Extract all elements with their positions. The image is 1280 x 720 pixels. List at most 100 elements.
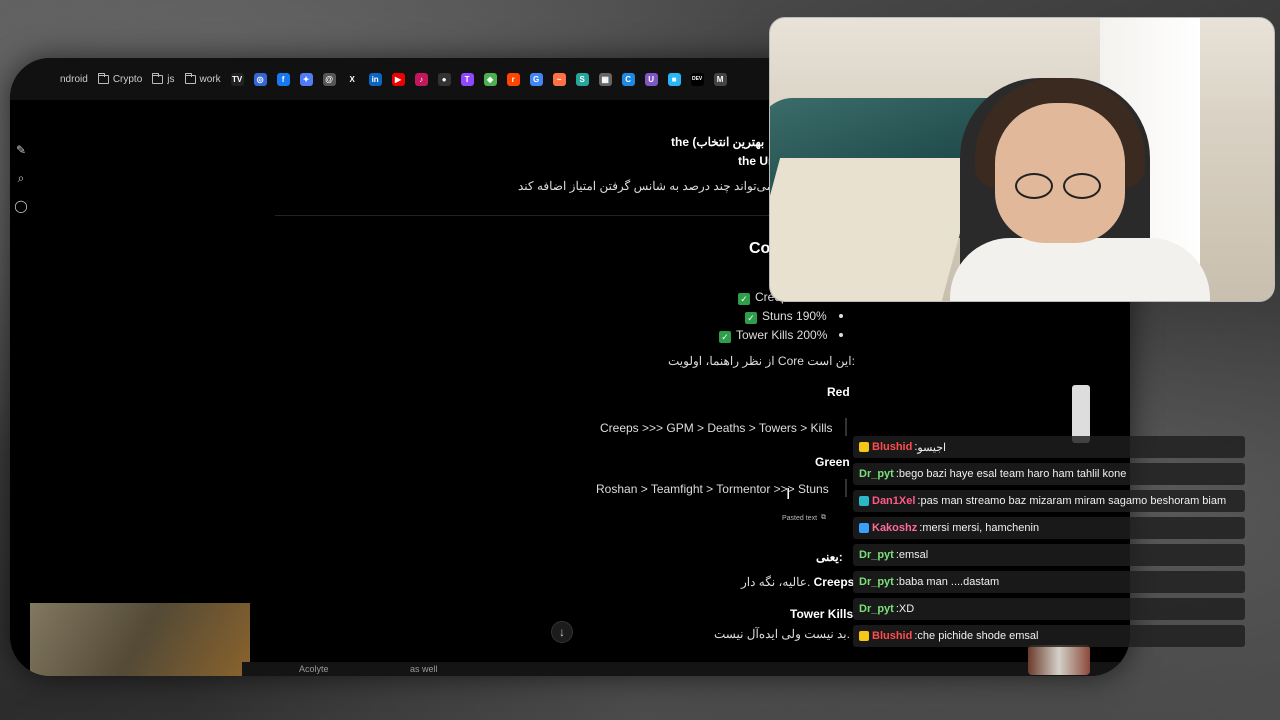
green-heading: Green (815, 455, 850, 469)
red-heading: Red (827, 385, 850, 399)
facebook-icon[interactable]: f (276, 72, 290, 86)
check-label: Tower Kills 200% (736, 328, 828, 342)
check-label: Stuns 190% (762, 309, 827, 323)
reddit-icon[interactable]: r (506, 72, 520, 86)
chat-username[interactable]: Kakoshz (872, 522, 917, 534)
linkedin-icon[interactable]: in (368, 72, 382, 86)
chat-message: Blushid : che pichide shode emsal (853, 625, 1245, 647)
bookmark-green-icon[interactable]: ◆ (483, 72, 497, 86)
red-order: Creeps >>> GPM > Deaths > Towers > Kills (600, 421, 833, 435)
chat-message: Dr_pyt : baba man ....dastam (853, 571, 1245, 593)
chat-message: Blushid : اجیسو (853, 436, 1245, 458)
chat-username[interactable]: Dr_pyt (859, 576, 894, 588)
footer-acolyte: Acolyte (299, 664, 329, 674)
chat-message: Dr_pyt : bego bazi haye esal team haro h… (853, 463, 1245, 485)
checkmark-icon: ✓ (745, 312, 757, 324)
tools-icon[interactable]: S (575, 72, 589, 86)
chrome-icon[interactable]: ◎ (253, 72, 267, 86)
text-cursor-icon: I (786, 486, 791, 503)
streamer-shirt (950, 238, 1210, 301)
folder-icon (97, 72, 109, 84)
chart-icon[interactable]: ~ (552, 72, 566, 86)
youtube-icon[interactable]: ▶ (391, 72, 405, 86)
checkmark-icon: ✓ (738, 293, 750, 305)
dev-icon[interactable]: DEV (690, 72, 704, 86)
quote-bar (845, 418, 847, 436)
chat-username[interactable]: Dr_pyt (859, 468, 894, 480)
creeps-text: عالیه، نگه دار. (741, 575, 811, 589)
translate-icon[interactable]: G (529, 72, 543, 86)
edit-icon[interactable]: ✎ (14, 143, 28, 157)
chat-username[interactable]: Blushid (872, 441, 912, 453)
section-heading: Co (749, 240, 771, 257)
twitch-icon[interactable]: T (460, 72, 474, 86)
divider (275, 215, 775, 216)
bookmark-label: ndroid (60, 73, 88, 85)
creeps-line: عالیه، نگه دار. Creeps (741, 575, 854, 589)
chat-text: XD (898, 603, 915, 615)
pasted-label: Pasted text (782, 514, 818, 522)
bullet-icon (838, 314, 843, 318)
user-badge-icon (859, 523, 869, 533)
bookmark-folder[interactable]: js (152, 72, 175, 85)
pasted-text-chip[interactable]: Pasted text ⧉ (782, 514, 826, 522)
check-item-tower-kills: ✓ Tower Kills 200% (719, 328, 844, 343)
chat-username[interactable]: Dan1Xel (872, 495, 915, 507)
folder-icon (152, 72, 164, 84)
chat-username[interactable]: Dr_pyt (859, 603, 894, 615)
github-icon[interactable]: ● (437, 72, 451, 86)
user-badge-icon (859, 496, 869, 506)
creeps-label: Creeps (813, 575, 855, 589)
game-thumbnail (30, 603, 250, 676)
meaning-heading: یعنی: (816, 550, 843, 564)
copy-icon: ⧉ (821, 514, 827, 521)
bookmark-folder[interactable]: work (184, 72, 221, 85)
quote-bar (845, 479, 847, 497)
left-sidebar: ✎ ⌕ ◯ (14, 143, 28, 213)
checkmark-icon: ✓ (719, 331, 731, 343)
bookmark-label: Crypto (112, 73, 143, 85)
user-badge-icon (859, 631, 869, 641)
bullet-icon (839, 333, 844, 337)
footer-as-well: as well (410, 664, 438, 674)
comment-icon[interactable]: ◯ (14, 199, 28, 213)
gemini-icon[interactable]: ✦ (299, 72, 313, 86)
user-badge-icon (859, 442, 869, 452)
priority-text: از نظر راهنما، اولویت Core این است: (668, 354, 855, 368)
chat-message: Dan1Xel : pas man streamo baz mizaram mi… (853, 490, 1245, 512)
chat-text: bego bazi haye esal team haro ham tahlil… (898, 468, 1127, 480)
text-line-2: the Ur (738, 154, 773, 168)
scroll-down-button[interactable]: ↓ (551, 621, 573, 643)
x-icon[interactable]: X (345, 72, 359, 86)
text-line-3: می‌تواند چند درصد به شانس گرفتن امتیاز ا… (518, 179, 776, 193)
chat-text: pas man streamo baz mizaram miram sagamo… (920, 495, 1227, 507)
chat-text: emsal (898, 549, 929, 561)
chat-message: Dr_pyt : XD (853, 598, 1245, 620)
bed-sheet (770, 158, 981, 301)
folder-icon (184, 72, 196, 84)
stream-chat: Blushid : اجیسو Dr_pyt : bego bazi haye e… (853, 436, 1245, 652)
chat-username[interactable]: Dr_pyt (859, 549, 894, 561)
search-icon[interactable]: ⌕ (14, 171, 28, 185)
footer-strip: Acolyte as well (242, 662, 1130, 676)
chat-username[interactable]: Blushid (872, 630, 912, 642)
coingecko-icon[interactable]: C (621, 72, 635, 86)
grid-icon[interactable]: ▦ (598, 72, 612, 86)
chat-text: che pichide shode emsal (917, 630, 1039, 642)
tradingview-icon[interactable]: TV (230, 72, 244, 86)
side-thumbnail (1072, 385, 1090, 443)
chat-icon[interactable]: ■ (667, 72, 681, 86)
tower-kills-heading: Tower Kills (790, 607, 854, 621)
bookmark-folder[interactable]: Crypto (97, 72, 143, 85)
bookmark-label: js (167, 73, 175, 85)
chat-text: baba man ....dastam (898, 576, 1000, 588)
app-red-icon[interactable]: ♪ (414, 72, 428, 86)
webcam-overlay (769, 17, 1275, 302)
chat-message: Dr_pyt : emsal (853, 544, 1245, 566)
bookmark-folder[interactable]: ndroid (60, 74, 88, 85)
purple-app-icon[interactable]: U (644, 72, 658, 86)
green-order: Roshan > Teamfight > Tormentor >>> Stuns (596, 482, 829, 496)
chat-text: اجیسو (917, 441, 947, 454)
medium-icon[interactable]: M (713, 72, 727, 86)
threads-icon[interactable]: @ (322, 72, 336, 86)
